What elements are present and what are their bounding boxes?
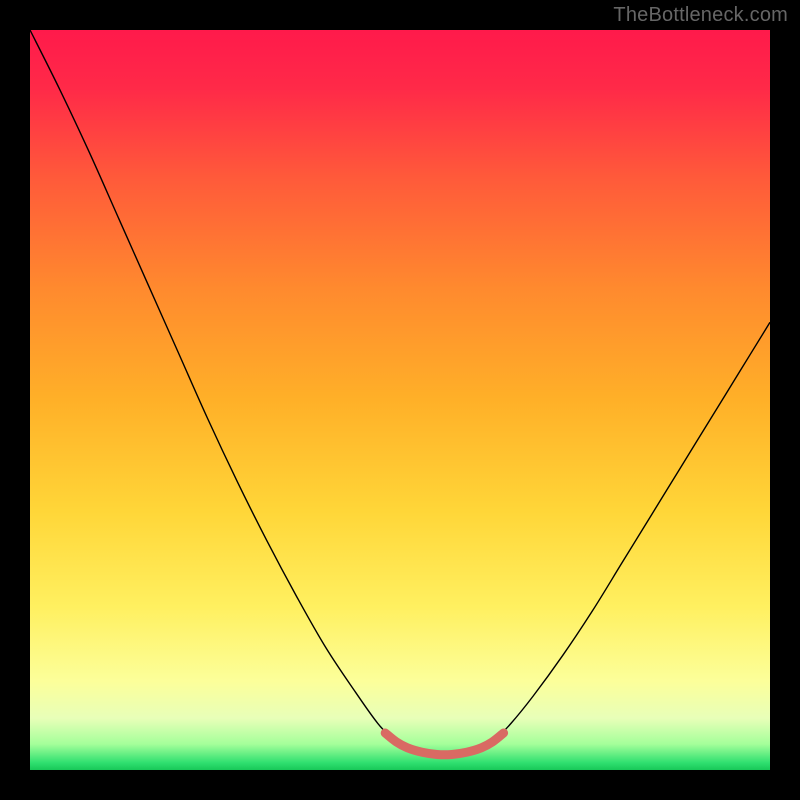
watermark-text: TheBottleneck.com: [613, 4, 788, 27]
gradient-background: [30, 30, 770, 770]
plot-area: [30, 30, 770, 770]
chart-container: TheBottleneck.com: [0, 0, 800, 800]
chart-svg: [30, 30, 770, 770]
